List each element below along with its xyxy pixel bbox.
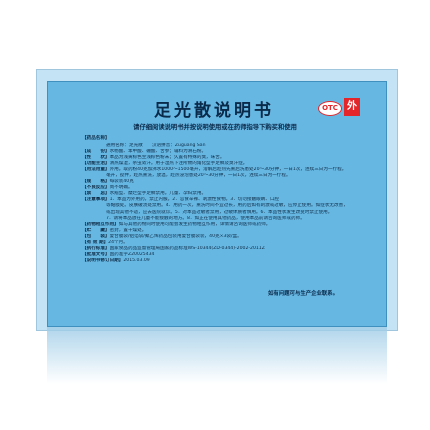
row-text: 或出现其他不适，应去医院就诊。5．对本品过敏者禁用，过敏体质者慎用。6．本品性状… bbox=[106, 209, 333, 215]
row-text: 水杨酸、苯甲酸、硼酸、苦参；辅料为滑石粉。 bbox=[109, 149, 207, 155]
row-text: 本品为浅黄棕色至浅棕色粉末；久置有特殊的臭，味苦。 bbox=[109, 155, 225, 161]
row-text: 7．请将本品放在儿童不能接触的地方。8．如正在使用其他药品，使用本品前请咨询医师… bbox=[106, 215, 305, 221]
row-text: 国药准字Z20025434 bbox=[109, 251, 155, 257]
otc-badge: OTC bbox=[318, 101, 342, 116]
section-heading-drug-name: 【药品名称】 bbox=[82, 136, 110, 141]
row-text: 外用。取药粉40克加沸水1000～1500毫升，溶解后趁热先熏后洗患处20～30… bbox=[109, 167, 347, 173]
row-text: 2015.03.09 bbox=[123, 257, 150, 263]
external-use-badge: 外 bbox=[344, 98, 360, 116]
row-text: 1．本品为外用药，禁止内服。2．忌食辛辣、刺激性食物。3．切勿接触眼睛、口腔 bbox=[109, 197, 280, 203]
row-text: 密封，置干燥处。 bbox=[109, 227, 147, 233]
row-text: 清热燥湿，杀虫敛汗。用于湿热下注所致的角化型手足癣及臭汗症。 bbox=[109, 161, 248, 167]
row-text: 如与其他药物同时使用可能会发生药物相互作用，详情请咨询医师或药师。 bbox=[118, 221, 271, 227]
contact-note: 如有问题可与生产企业联系。 bbox=[268, 291, 339, 297]
row-text: 国家食品药品监督管理局国家药品标准WS-10344(ZD-0344)-2002-… bbox=[109, 245, 265, 251]
row-text: 每袋装40克 bbox=[109, 179, 134, 185]
instruction-content: 【药品名称】 通用名称：足光散 汉语拼音：Zuguang San 【成 份】水杨酸… bbox=[82, 136, 382, 264]
row-label: 【说明书修订日期】 bbox=[82, 257, 124, 263]
row-text: 尚不明确。 bbox=[109, 185, 133, 191]
row-text: 水疱型、糜烂型手足癣禁用。儿童、孕妇禁用。 bbox=[109, 191, 207, 197]
row-text: 毫升，搅拌，趁热熏洗，放温，趁热浸泡患处20～30分钟，一日1次，连续三日为一疗… bbox=[106, 173, 291, 179]
usage-warning: 请仔细阅读说明书并按说明使用或在药师指导下购买和使用 bbox=[133, 124, 297, 131]
document-title: 足光散说明书 bbox=[154, 101, 274, 121]
row-text: 等黏膜处。皮肤破溃处禁用。4．用药一次，熏洗时间不宜过长，用药后如有刺激或过敏，… bbox=[106, 203, 348, 209]
row-text: 复合膜袋/铝箔袋/聚乙烯药品包装用复合膜袋装，40克×3袋/盒。 bbox=[109, 233, 242, 239]
instruction-row: 【说明书修订日期】2015.03.09 bbox=[82, 258, 382, 264]
row-text: 通用名称：足光散 汉语拼音：Zuguang San bbox=[106, 143, 206, 148]
panel-reflection: 【说明书修订日期】2015.03.09【批准文号】国药准字Z20025434【执… bbox=[47, 327, 387, 387]
row-text: 24个月。 bbox=[108, 239, 128, 245]
